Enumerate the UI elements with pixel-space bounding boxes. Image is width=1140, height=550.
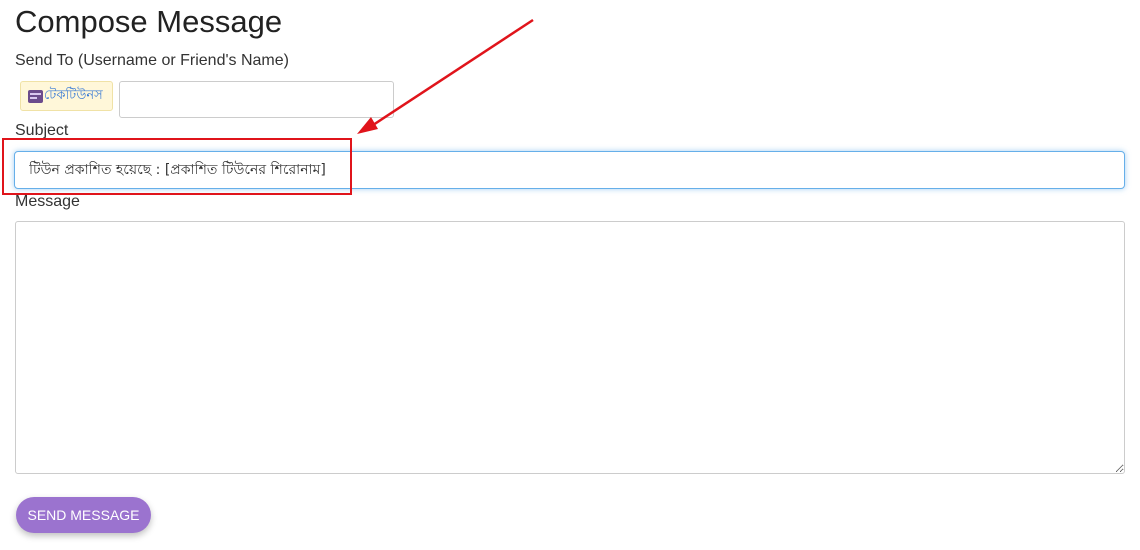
subject-input[interactable] (14, 151, 1125, 189)
recipient-chip[interactable]: টেকটিউনস (20, 81, 113, 111)
page-title: Compose Message (15, 4, 283, 39)
techtunes-logo-icon (28, 89, 43, 103)
recipient-name: টেকটিউনস (44, 87, 103, 103)
message-textarea[interactable] (15, 221, 1125, 474)
send-to-label: Send To (Username or Friend's Name) (15, 52, 289, 69)
message-label: Message (15, 193, 80, 210)
subject-label: Subject (15, 122, 69, 139)
send-message-button[interactable]: SEND MESSAGE (16, 497, 151, 533)
send-to-input[interactable] (119, 81, 394, 118)
